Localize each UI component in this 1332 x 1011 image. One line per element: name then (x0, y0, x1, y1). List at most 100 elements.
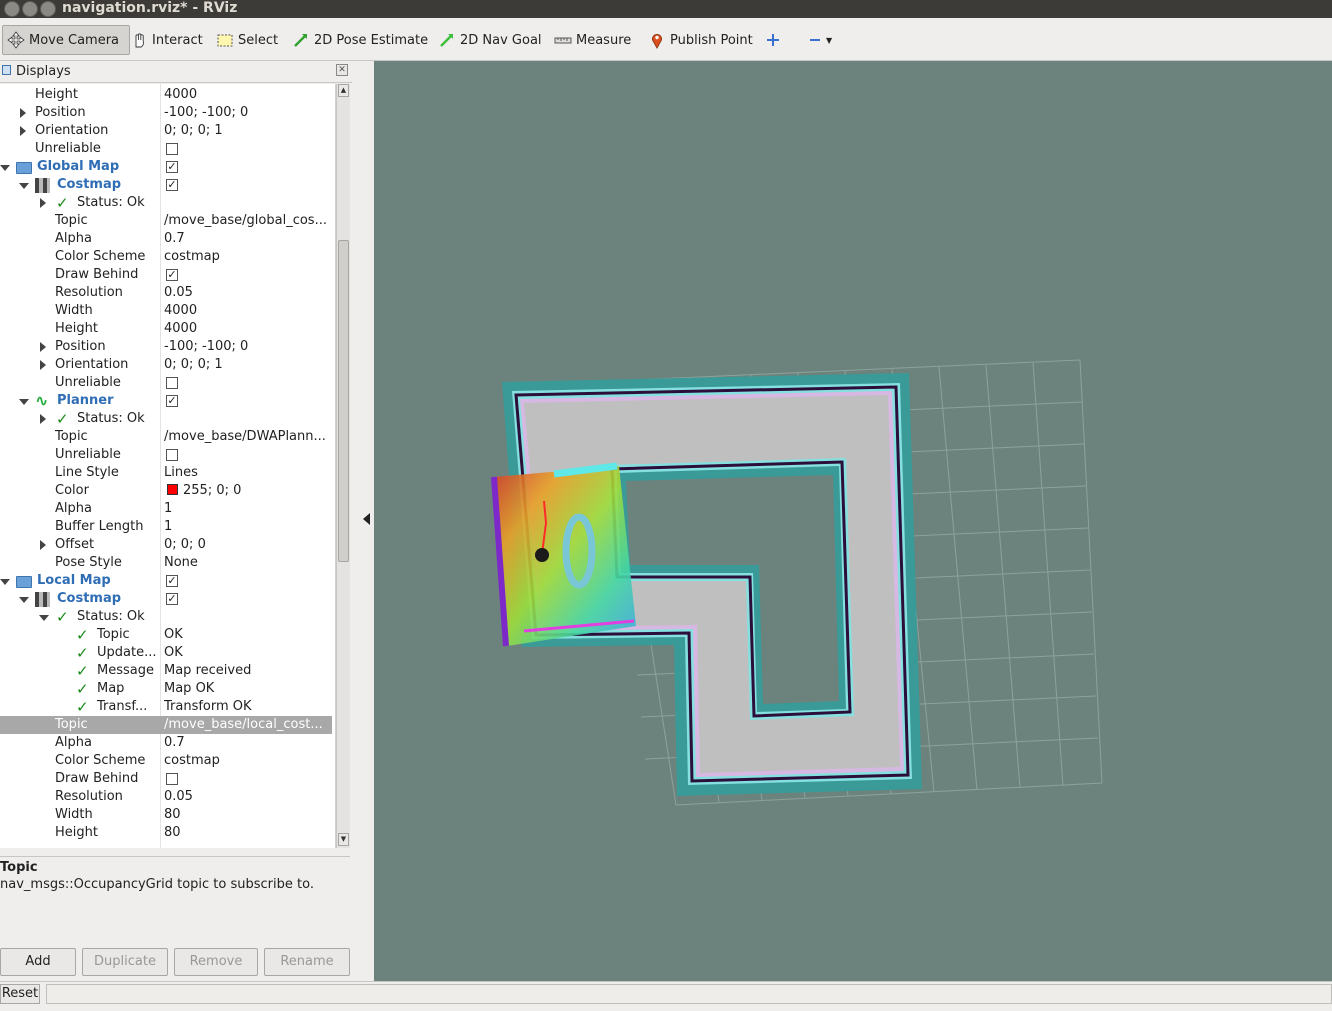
property-value[interactable]: 0; 0; 0; 1 (164, 356, 332, 374)
interact-button[interactable]: Interact (130, 25, 203, 55)
expand-arrow-icon[interactable] (20, 126, 26, 136)
enable-checkbox[interactable]: ✓ (166, 575, 178, 587)
property-value[interactable]: costmap (164, 248, 332, 266)
property-value[interactable]: 80 (164, 824, 332, 842)
expand-arrow-icon[interactable] (40, 540, 46, 550)
tree-row[interactable]: Orientation 0; 0; 0; 1 (0, 356, 332, 374)
expand-arrow-icon[interactable] (40, 198, 46, 208)
unreliable-checkbox[interactable] (166, 143, 178, 155)
rename-display-button[interactable]: Rename (264, 948, 350, 976)
tree-row[interactable]: Height 4000 (0, 86, 332, 104)
tree-row[interactable]: ✓ Message Map received (0, 662, 332, 680)
reset-button[interactable]: Reset (0, 984, 40, 1004)
expand-arrow-icon[interactable] (40, 414, 46, 424)
remove-display-button[interactable]: Remove (174, 948, 258, 976)
property-value[interactable]: None (164, 554, 332, 572)
tree-row[interactable]: Alpha 0.7 (0, 230, 332, 248)
property-value[interactable]: 0; 0; 0 (164, 536, 332, 554)
tree-row[interactable]: Width 4000 (0, 302, 332, 320)
tree-row[interactable]: Resolution 0.05 (0, 284, 332, 302)
draw-behind-checkbox[interactable]: ✓ (166, 269, 178, 281)
collapse-arrow-icon[interactable] (19, 183, 29, 189)
maximize-window-icon[interactable] (40, 1, 56, 17)
property-value[interactable]: 4000 (164, 302, 332, 320)
tree-row[interactable]: Orientation 0; 0; 0; 1 (0, 122, 332, 140)
add-tool-button[interactable] (764, 25, 786, 55)
enable-checkbox[interactable]: ✓ (166, 179, 178, 191)
tree-row[interactable]: Global Map ✓ (0, 158, 332, 176)
property-value[interactable]: Lines (164, 464, 332, 482)
tree-row[interactable]: Color 255; 0; 0 (0, 482, 332, 500)
tree-row[interactable]: ✓ Status: Ok (0, 410, 332, 428)
tree-row[interactable]: Local Map ✓ (0, 572, 332, 590)
color-value[interactable]: 255; 0; 0 (164, 482, 332, 500)
close-panel-icon[interactable]: ✕ (336, 64, 348, 76)
tree-row[interactable]: Alpha 0.7 (0, 734, 332, 752)
expand-arrow-icon[interactable] (20, 108, 26, 118)
select-button[interactable]: Select (216, 25, 278, 55)
publish-point-button[interactable]: Publish Point (648, 25, 753, 55)
tree-row[interactable]: Resolution 0.05 (0, 788, 332, 806)
collapse-arrow-icon[interactable] (0, 579, 10, 585)
panel-splitter[interactable] (352, 61, 374, 981)
property-value[interactable]: /move_base/local_cost... (164, 716, 332, 734)
unreliable-checkbox[interactable] (166, 377, 178, 389)
tree-row[interactable]: Line Style Lines (0, 464, 332, 482)
tree-row[interactable]: ✓ Transf... Transform OK (0, 698, 332, 716)
tree-row[interactable]: ✓ Status: Ok (0, 194, 332, 212)
collapse-arrow-icon[interactable] (19, 399, 29, 405)
tree-row[interactable]: ✓ Topic OK (0, 626, 332, 644)
property-value[interactable]: 0.7 (164, 230, 332, 248)
tree-row[interactable]: Unreliable (0, 140, 332, 158)
tree-row[interactable]: Topic/move_base/global_cos... (0, 212, 332, 230)
property-value[interactable]: 0; 0; 0; 1 (164, 122, 332, 140)
tree-row[interactable]: Alpha 1 (0, 500, 332, 518)
property-value[interactable]: 0.7 (164, 734, 332, 752)
tree-row[interactable]: Unreliable (0, 374, 332, 392)
tree-row[interactable]: ✓ Update... OK (0, 644, 332, 662)
tree-row[interactable]: Costmap ✓ (0, 176, 332, 194)
tree-row[interactable]: Topic/move_base/DWAPlann... (0, 428, 332, 446)
property-value[interactable]: -100; -100; 0 (164, 104, 332, 122)
tree-row[interactable]: Position -100; -100; 0 (0, 104, 332, 122)
enable-checkbox[interactable]: ✓ (166, 395, 178, 407)
property-value[interactable]: 0.05 (164, 284, 332, 302)
tree-row[interactable]: Unreliable (0, 446, 332, 464)
close-window-icon[interactable] (4, 1, 20, 17)
property-value[interactable]: -100; -100; 0 (164, 338, 332, 356)
tree-row[interactable]: ✓ Map Map OK (0, 680, 332, 698)
collapse-panel-arrow-icon[interactable] (363, 513, 370, 525)
tree-row[interactable]: ∿ Planner ✓ (0, 392, 332, 410)
draw-behind-checkbox[interactable] (166, 773, 178, 785)
enable-checkbox[interactable]: ✓ (166, 593, 178, 605)
tree-row[interactable]: Offset 0; 0; 0 (0, 536, 332, 554)
expand-arrow-icon[interactable] (40, 360, 46, 370)
property-value[interactable]: 1 (164, 500, 332, 518)
property-value[interactable]: /move_base/DWAPlann... (164, 428, 332, 446)
property-value[interactable]: 80 (164, 806, 332, 824)
unreliable-checkbox[interactable] (166, 449, 178, 461)
move-camera-button[interactable]: Move Camera (2, 25, 131, 55)
measure-button[interactable]: Measure (554, 25, 631, 55)
minimize-window-icon[interactable] (22, 1, 38, 17)
collapse-arrow-icon[interactable] (39, 615, 49, 621)
property-value[interactable]: costmap (164, 752, 332, 770)
expand-arrow-icon[interactable] (40, 342, 46, 352)
2d-nav-goal-button[interactable]: 2D Nav Goal (438, 25, 542, 55)
tree-scrollbar[interactable]: ▲ ▼ (336, 84, 350, 848)
tree-row[interactable]: Pose Style None (0, 554, 332, 572)
scroll-down-icon[interactable]: ▼ (338, 833, 349, 846)
tree-row[interactable]: ✓ Status: Ok (0, 608, 332, 626)
tree-row[interactable]: Width 80 (0, 806, 332, 824)
collapse-arrow-icon[interactable] (0, 165, 10, 171)
collapse-arrow-icon[interactable] (19, 597, 29, 603)
tree-row[interactable]: Draw Behind ✓ (0, 266, 332, 284)
displays-tree[interactable]: Height 4000 Position -100; -100; 0 Orienta… (0, 84, 336, 848)
scrollbar-thumb[interactable] (338, 240, 349, 562)
3d-render-viewport[interactable] (374, 61, 1332, 981)
scroll-up-icon[interactable]: ▲ (338, 84, 349, 97)
tree-row[interactable]: Buffer Length 1 (0, 518, 332, 536)
tree-row[interactable]: Color Scheme costmap (0, 752, 332, 770)
tree-row[interactable]: Height 4000 (0, 320, 332, 338)
property-value[interactable]: 1 (164, 518, 332, 536)
